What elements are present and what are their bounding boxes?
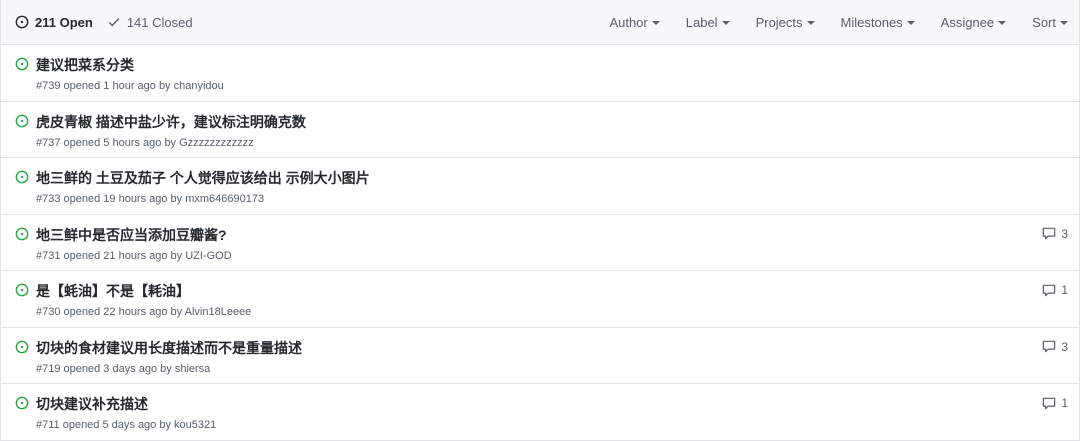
- label-filter[interactable]: Label: [673, 15, 743, 30]
- issue-content: 是【蚝油】不是【耗油】 #730 opened 22 hours ago by …: [36, 282, 251, 319]
- issue-row: 是【蚝油】不是【耗油】 #730 opened 22 hours ago by …: [1, 271, 1079, 328]
- closed-count-label: 141 Closed: [126, 14, 193, 30]
- issue-meta: #711 opened 5 days ago by kou5321: [36, 419, 217, 431]
- comment-count-link[interactable]: 1: [1042, 283, 1068, 297]
- issue-title-link[interactable]: 虎皮青椒 描述中盐少许，建议标注明确克数: [36, 113, 306, 131]
- issues-list-header: 211 Open 141 Closed Author Label Project…: [1, 0, 1079, 45]
- caret-down-icon: [998, 20, 1007, 25]
- issue-meta: #730 opened 22 hours ago by Alvin18Leeee: [36, 306, 252, 318]
- issue-meta: #719 opened 3 days ago by shiersa: [36, 362, 211, 375]
- issue-row: 地三鲜的 土豆及茄子 个人觉得应该给出 示例大小图片 #733 opened 1…: [1, 158, 1079, 215]
- author-filter[interactable]: Author: [596, 15, 672, 30]
- caret-down-icon: [806, 20, 815, 25]
- issue-meta: #733 opened 19 hours ago by mxm646690173: [36, 193, 265, 205]
- sort-filter[interactable]: Sort: [1019, 15, 1079, 30]
- issue-title-link[interactable]: 地三鲜的 土豆及茄子 个人觉得应该给出 示例大小图片: [36, 169, 370, 187]
- issue-meta: #739 opened 1 hour ago by chanyidou: [36, 80, 224, 92]
- issue-meta: #737 opened 5 hours ago by Gzzzzzzzzzzzz: [36, 136, 254, 149]
- issue-content: 建议把菜系分类 #739 opened 1 hour ago by chanyi…: [36, 56, 224, 93]
- issue-title-link[interactable]: 切块的食材建议用长度描述而不是重量描述: [36, 339, 302, 357]
- closed-issues-toggle[interactable]: 141 Closed: [107, 15, 193, 30]
- issue-title-link[interactable]: 切块建议补充描述: [36, 395, 216, 413]
- open-issues-toggle[interactable]: 211 Open: [15, 15, 93, 30]
- issue-opened-icon: [15, 114, 29, 127]
- issue-meta: #731 opened 21 hours ago by UZI-GOD: [36, 249, 232, 262]
- issue-opened-icon: [15, 15, 29, 29]
- comment-count-link[interactable]: 3: [1042, 227, 1068, 241]
- comment-count: 1: [1061, 396, 1068, 410]
- issue-title-link[interactable]: 建议把菜系分类: [36, 56, 224, 74]
- comment-icon: [1043, 227, 1056, 240]
- comment-count: 3: [1061, 339, 1068, 354]
- label-filter-label: Label: [685, 14, 718, 30]
- assignee-filter-label: Assignee: [940, 14, 995, 30]
- issue-row: 切块建议补充描述 #711 opened 5 days ago by kou53…: [1, 384, 1079, 441]
- issue-opened-icon: [15, 227, 29, 240]
- caret-down-icon: [906, 20, 915, 25]
- issue-content: 地三鲜中是否应当添加豆瓣酱? #731 opened 21 hours ago …: [36, 226, 232, 263]
- issue-opened-icon: [15, 283, 29, 297]
- comment-count-link[interactable]: 3: [1042, 340, 1068, 354]
- issue-title-link[interactable]: 地三鲜中是否应当添加豆瓣酱?: [36, 226, 232, 244]
- open-count-label: 211 Open: [35, 14, 93, 30]
- issue-content: 地三鲜的 土豆及茄子 个人觉得应该给出 示例大小图片 #733 opened 1…: [36, 169, 370, 206]
- check-icon: [108, 18, 120, 27]
- issue-content: 虎皮青椒 描述中盐少许，建议标注明确克数 #737 opened 5 hours…: [36, 113, 306, 150]
- issue-title-link[interactable]: 是【蚝油】不是【耗油】: [36, 282, 251, 300]
- comment-icon: [1043, 340, 1056, 353]
- issue-row: 切块的食材建议用长度描述而不是重量描述 #719 opened 3 days a…: [1, 328, 1079, 384]
- caret-down-icon: [721, 20, 730, 25]
- sort-filter-label: Sort: [1032, 14, 1056, 30]
- issue-opened-icon: [15, 396, 29, 410]
- milestones-filter[interactable]: Milestones: [828, 15, 928, 30]
- issue-opened-icon: [15, 170, 29, 184]
- filter-bar: Author Label Projects Milestones Assigne…: [596, 0, 1079, 44]
- issue-row: 虎皮青椒 描述中盐少许，建议标注明确克数 #737 opened 5 hours…: [1, 102, 1079, 158]
- issue-row: 地三鲜中是否应当添加豆瓣酱? #731 opened 21 hours ago …: [1, 215, 1079, 271]
- comment-icon: [1043, 284, 1056, 296]
- issues-list: 建议把菜系分类 #739 opened 1 hour ago by chanyi…: [1, 45, 1079, 441]
- projects-filter[interactable]: Projects: [743, 15, 828, 30]
- issue-content: 切块的食材建议用长度描述而不是重量描述 #719 opened 3 days a…: [36, 339, 302, 376]
- comment-count-link[interactable]: 1: [1042, 396, 1068, 410]
- milestones-filter-label: Milestones: [840, 14, 903, 30]
- issue-row: 建议把菜系分类 #739 opened 1 hour ago by chanyi…: [1, 45, 1079, 102]
- issue-opened-icon: [15, 340, 29, 353]
- comment-icon: [1043, 397, 1056, 409]
- issue-opened-icon: [15, 57, 29, 71]
- issue-content: 切块建议补充描述 #711 opened 5 days ago by kou53…: [36, 395, 216, 432]
- assignee-filter[interactable]: Assignee: [928, 15, 1019, 30]
- caret-down-icon: [651, 20, 660, 25]
- author-filter-label: Author: [609, 14, 648, 30]
- comment-count: 3: [1061, 226, 1068, 241]
- comment-count: 1: [1061, 283, 1068, 297]
- issues-list-box: 211 Open 141 Closed Author Label Project…: [0, 0, 1080, 441]
- caret-down-icon: [1060, 20, 1068, 25]
- projects-filter-label: Projects: [755, 14, 803, 30]
